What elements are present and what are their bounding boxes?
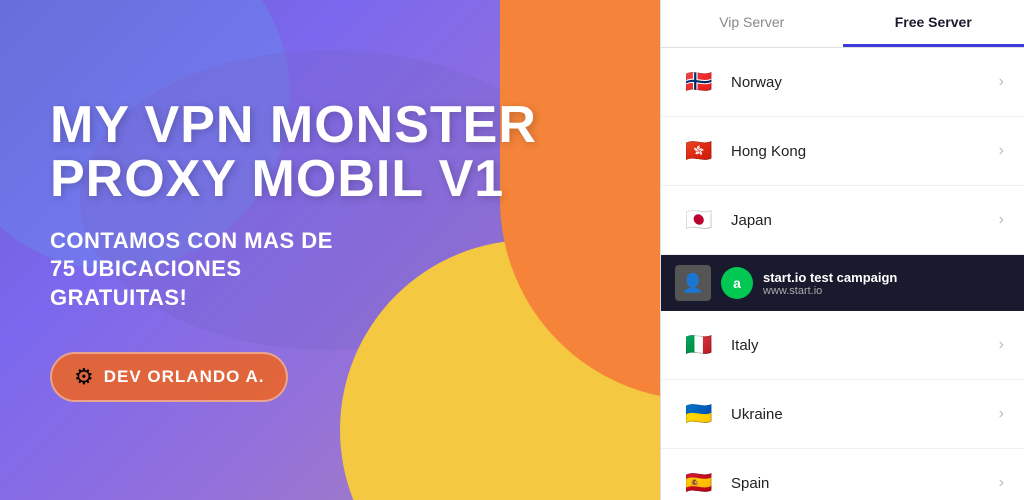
server-name-norway: Norway: [731, 74, 999, 91]
server-item-spain[interactable]: 🇪🇸 Spain ›: [661, 449, 1024, 500]
tab-free-server[interactable]: Free Server: [843, 0, 1024, 47]
tabs-container: Vip Server Free Server: [661, 0, 1024, 48]
dev-badge[interactable]: ⚙ DEV ORLANDO A.: [50, 352, 288, 402]
flag-japan: 🇯🇵: [681, 202, 717, 238]
server-item-ukraine[interactable]: 🇺🇦 Ukraine ›: [661, 380, 1024, 449]
chevron-spain: ›: [999, 474, 1004, 492]
chevron-ukraine: ›: [999, 405, 1004, 423]
ad-text-group: start.io test campaign www.start.io: [763, 270, 897, 297]
server-item-norway[interactable]: 🇳🇴 Norway ›: [661, 48, 1024, 117]
title-line1: MY VPN MONSTER: [50, 96, 537, 154]
subtitle: CONTAMOS CON MAS DE 75 UBICACIONES GRATU…: [50, 227, 610, 313]
left-content: MY VPN MONSTER PROXY MOBIL V1 CONTAMOS C…: [50, 98, 610, 403]
server-item-japan[interactable]: 🇯🇵 Japan ›: [661, 186, 1024, 255]
flag-hongkong: 🇭🇰: [681, 133, 717, 169]
subtitle-line2: 75 UBICACIONES: [50, 256, 242, 281]
right-panel: Vip Server Free Server 🇳🇴 Norway › 🇭🇰 Ho…: [660, 0, 1024, 500]
ad-url: www.start.io: [763, 285, 897, 297]
server-name-japan: Japan: [731, 212, 999, 229]
server-name-italy: Italy: [731, 337, 999, 354]
server-item-italy[interactable]: 🇮🇹 Italy ›: [661, 311, 1024, 380]
chevron-italy: ›: [999, 336, 1004, 354]
ad-logo-icon: a: [721, 267, 753, 299]
server-name-ukraine: Ukraine: [731, 406, 999, 423]
server-list: 🇳🇴 Norway › 🇭🇰 Hong Kong › 🇯🇵 Japan › 👤 …: [661, 48, 1024, 500]
ad-title: start.io test campaign: [763, 270, 897, 285]
subtitle-line1: CONTAMOS CON MAS DE: [50, 228, 333, 253]
chevron-norway: ›: [999, 73, 1004, 91]
ad-person-image: 👤: [675, 265, 711, 301]
flag-spain: 🇪🇸: [681, 465, 717, 500]
tab-vip-server[interactable]: Vip Server: [661, 0, 843, 47]
ad-banner[interactable]: 👤 a start.io test campaign www.start.io: [661, 255, 1024, 311]
title-line2: PROXY MOBIL V1: [50, 150, 504, 208]
chevron-japan: ›: [999, 211, 1004, 229]
dev-badge-label: DEV ORLANDO A.: [104, 367, 265, 387]
subtitle-line3: GRATUITAS!: [50, 285, 187, 310]
flag-norway: 🇳🇴: [681, 64, 717, 100]
server-name-hongkong: Hong Kong: [731, 143, 999, 160]
flag-ukraine: 🇺🇦: [681, 396, 717, 432]
flag-italy: 🇮🇹: [681, 327, 717, 363]
server-item-hongkong[interactable]: 🇭🇰 Hong Kong ›: [661, 117, 1024, 186]
left-panel: MY VPN MONSTER PROXY MOBIL V1 CONTAMOS C…: [0, 0, 660, 500]
gear-icon: ⚙: [74, 364, 94, 390]
server-name-spain: Spain: [731, 475, 999, 492]
chevron-hongkong: ›: [999, 142, 1004, 160]
main-title: MY VPN MONSTER PROXY MOBIL V1: [50, 98, 610, 207]
